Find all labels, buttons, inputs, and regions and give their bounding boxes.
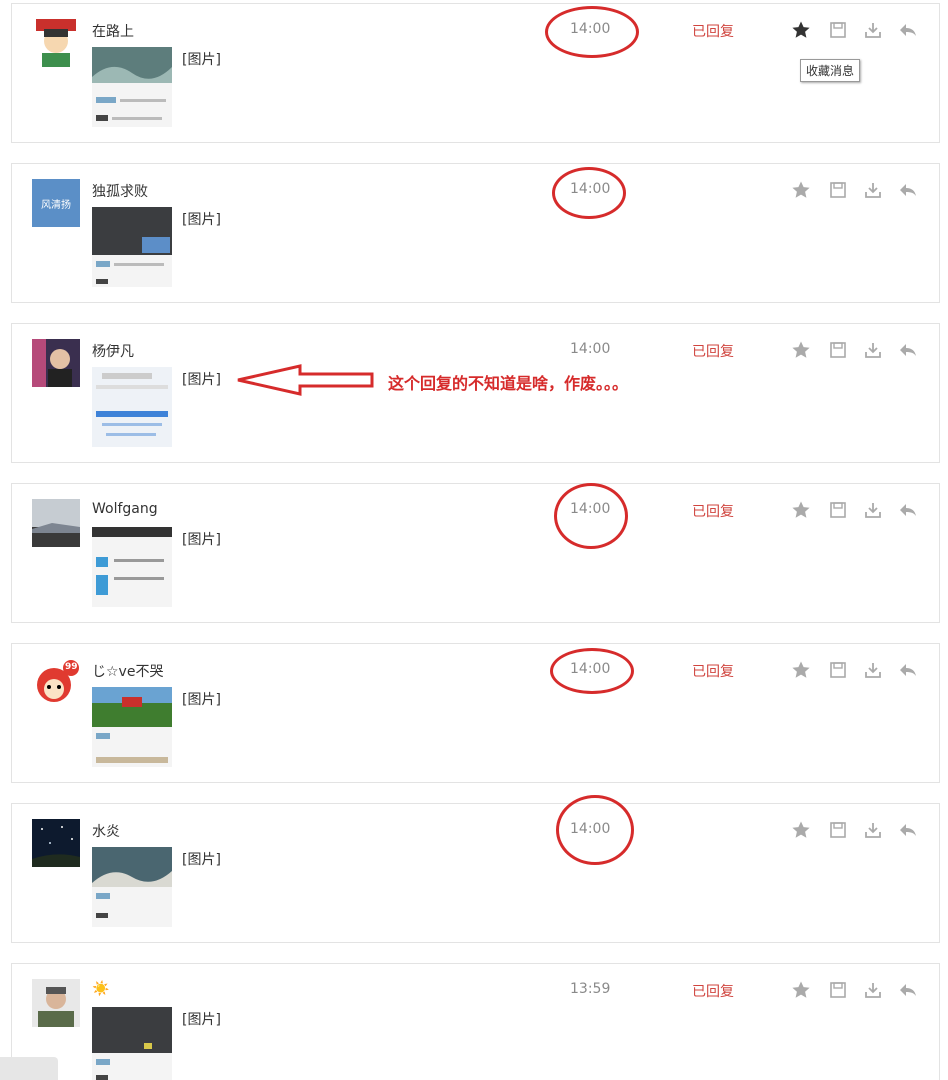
sender-name: 杨伊凡 xyxy=(92,344,134,360)
annotation-circle xyxy=(554,483,628,549)
message-card[interactable]: Wolfgang [图片] 14:00 已回复 xyxy=(11,483,940,623)
star-icon[interactable] xyxy=(790,19,812,41)
replied-status: 已回复 xyxy=(692,504,734,520)
annotation-circle xyxy=(550,648,634,694)
save-icon[interactable] xyxy=(827,499,849,521)
sender-name: 水炎 xyxy=(92,824,120,840)
reply-icon[interactable] xyxy=(897,499,919,521)
star-icon[interactable] xyxy=(790,499,812,521)
image-thumbnail[interactable] xyxy=(92,1007,172,1080)
avatar[interactable] xyxy=(32,19,80,67)
image-thumbnail[interactable] xyxy=(92,47,172,127)
annotation-circle xyxy=(552,167,626,219)
reply-icon[interactable] xyxy=(897,819,919,841)
message-card[interactable]: ☀️ [图片] 13:59 已回复 xyxy=(11,963,940,1080)
star-icon[interactable] xyxy=(790,339,812,361)
save-icon[interactable] xyxy=(827,819,849,841)
avatar[interactable] xyxy=(32,339,80,387)
reply-icon[interactable] xyxy=(897,979,919,1001)
download-icon[interactable] xyxy=(862,339,884,361)
message-content: [图片] xyxy=(182,212,221,228)
star-icon[interactable] xyxy=(790,659,812,681)
scroll-widget[interactable] xyxy=(0,1057,58,1080)
reply-icon[interactable] xyxy=(897,339,919,361)
download-icon[interactable] xyxy=(862,659,884,681)
download-icon[interactable] xyxy=(862,819,884,841)
image-thumbnail[interactable] xyxy=(92,207,172,287)
reply-icon[interactable] xyxy=(897,659,919,681)
image-thumbnail[interactable] xyxy=(92,847,172,927)
annotation-note: 这个回复的不知道是啥，作废。。。 xyxy=(388,374,629,393)
sender-name: 独孤求败 xyxy=(92,184,148,200)
reply-icon[interactable] xyxy=(897,19,919,41)
replied-status: 已回复 xyxy=(692,344,734,360)
star-icon[interactable] xyxy=(790,979,812,1001)
message-time: 14:00 xyxy=(570,341,611,357)
replied-status: 已回复 xyxy=(692,664,734,680)
message-card[interactable]: 99 じ☆ve不哭 [图片] 14:00 已回复 xyxy=(11,643,940,783)
download-icon[interactable] xyxy=(862,979,884,1001)
save-icon[interactable] xyxy=(827,339,849,361)
avatar-badge: 99 xyxy=(65,662,78,672)
sender-name: Wolfgang xyxy=(92,501,158,517)
star-icon[interactable] xyxy=(790,179,812,201)
message-content: [图片] xyxy=(182,372,221,388)
message-content: [图片] xyxy=(182,532,221,548)
message-card[interactable]: 在路上 [图片] 14:00 已回复 收藏消息 xyxy=(11,3,940,143)
sender-name: 在路上 xyxy=(92,24,134,40)
sender-name: ☀️ xyxy=(92,981,110,997)
download-icon[interactable] xyxy=(862,499,884,521)
annotation-circle xyxy=(545,6,639,58)
message-list: 在路上 [图片] 14:00 已回复 收藏消息 风清扬 独孤求败 [图片] 14… xyxy=(0,0,948,1080)
avatar[interactable] xyxy=(32,979,80,1027)
replied-status: 已回复 xyxy=(692,24,734,40)
download-icon[interactable] xyxy=(862,179,884,201)
message-content: [图片] xyxy=(182,852,221,868)
avatar[interactable] xyxy=(32,819,80,867)
reply-icon[interactable] xyxy=(897,179,919,201)
image-thumbnail[interactable] xyxy=(92,687,172,767)
save-icon[interactable] xyxy=(827,179,849,201)
message-content: [图片] xyxy=(182,52,221,68)
message-time: 13:59 xyxy=(570,981,611,997)
message-content: [图片] xyxy=(182,692,221,708)
avatar-text: 风清扬 xyxy=(41,199,71,211)
message-card[interactable]: 风清扬 独孤求败 [图片] 14:00 xyxy=(11,163,940,303)
star-icon[interactable] xyxy=(790,819,812,841)
save-icon[interactable] xyxy=(827,659,849,681)
message-content: [图片] xyxy=(182,1012,221,1028)
annotation-arrow xyxy=(237,364,374,396)
message-card[interactable]: 水炎 [图片] 14:00 xyxy=(11,803,940,943)
image-thumbnail[interactable] xyxy=(92,527,172,607)
save-icon[interactable] xyxy=(827,979,849,1001)
download-icon[interactable] xyxy=(862,19,884,41)
avatar[interactable]: 99 xyxy=(32,659,80,707)
save-icon[interactable] xyxy=(827,19,849,41)
avatar[interactable] xyxy=(32,499,80,547)
tooltip: 收藏消息 xyxy=(800,59,861,82)
avatar[interactable]: 风清扬 xyxy=(32,179,80,227)
sender-name: じ☆ve不哭 xyxy=(92,664,164,680)
replied-status: 已回复 xyxy=(692,984,734,1000)
annotation-circle xyxy=(556,795,634,865)
image-thumbnail[interactable] xyxy=(92,367,172,447)
